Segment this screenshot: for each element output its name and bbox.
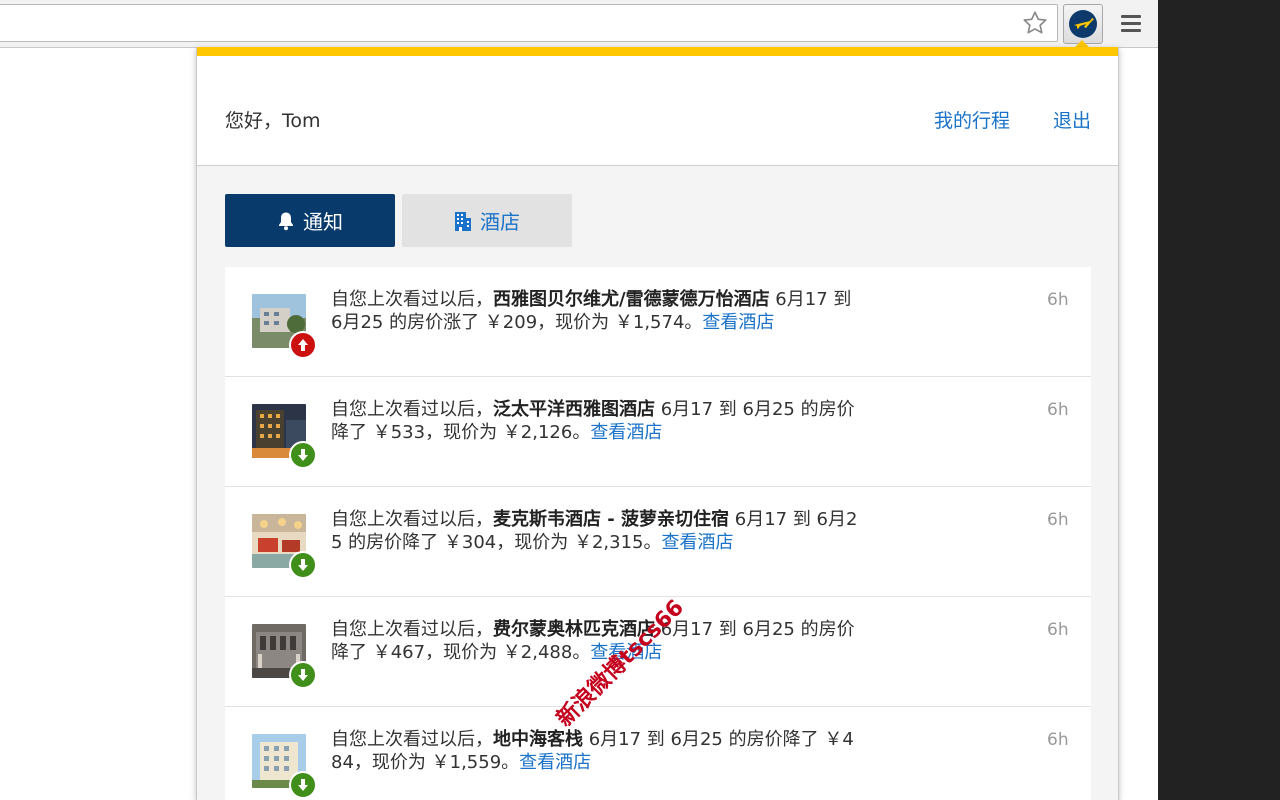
bell-icon bbox=[279, 212, 293, 230]
hotel-name: 泛太平洋西雅图酒店 bbox=[493, 399, 655, 420]
desktop-background bbox=[1158, 0, 1280, 800]
bookmark-star-icon[interactable] bbox=[1018, 7, 1052, 39]
notification-time: 6h bbox=[1047, 620, 1069, 640]
notification-text: 自您上次看过以后，地中海客栈 6月17 到 6月25 的房价降了 ￥484，现价… bbox=[331, 728, 861, 774]
notification-time: 6h bbox=[1047, 510, 1069, 530]
notification-time: 6h bbox=[1047, 290, 1069, 310]
address-bar[interactable] bbox=[0, 4, 1058, 42]
notification-prefix: 自您上次看过以后， bbox=[331, 619, 493, 640]
building-icon bbox=[455, 211, 471, 231]
my-trips-link[interactable]: 我的行程 bbox=[934, 106, 1010, 133]
notification-text: 自您上次看过以后，费尔蒙奥林匹克酒店 6月17 到 6月25 的房价降了 ￥46… bbox=[331, 618, 861, 664]
notification-time: 6h bbox=[1047, 730, 1069, 750]
view-hotel-link[interactable]: 查看酒店 bbox=[519, 752, 591, 773]
notification-prefix: 自您上次看过以后， bbox=[331, 399, 493, 420]
notification-text: 自您上次看过以后，西雅图贝尔维尤/雷德蒙德万怡酒店 6月17 到 6月25 的房… bbox=[331, 288, 861, 334]
list-item[interactable]: 自您上次看过以后，泛太平洋西雅图酒店 6月17 到 6月25 的房价降了 ￥53… bbox=[225, 377, 1091, 487]
extension-button[interactable] bbox=[1063, 4, 1103, 44]
list-item[interactable]: 自您上次看过以后，麦克斯韦酒店 - 菠萝亲切住宿 6月17 到 6月25 的房价… bbox=[225, 487, 1091, 597]
extension-popup: 您好，Tom 我的行程 退出 通知 酒店 自您上次看过以后，西雅图贝尔维尤/雷德… bbox=[196, 47, 1119, 800]
notification-prefix: 自您上次看过以后， bbox=[331, 289, 493, 310]
browser-menu-icon[interactable] bbox=[1118, 10, 1144, 36]
tab-notifications-label: 通知 bbox=[303, 210, 343, 234]
notification-prefix: 自您上次看过以后， bbox=[331, 509, 493, 530]
notification-time: 6h bbox=[1047, 400, 1069, 420]
tab-hotels-label: 酒店 bbox=[480, 210, 520, 234]
browser-toolbar bbox=[0, 0, 1158, 48]
notification-list: 自您上次看过以后，西雅图贝尔维尤/雷德蒙德万怡酒店 6月17 到 6月25 的房… bbox=[225, 267, 1091, 800]
tab-notifications[interactable]: 通知 bbox=[225, 194, 395, 247]
notification-prefix: 自您上次看过以后， bbox=[331, 729, 493, 750]
price-down-icon bbox=[289, 661, 317, 689]
view-hotel-link[interactable]: 查看酒店 bbox=[590, 422, 662, 443]
notification-text: 自您上次看过以后，泛太平洋西雅图酒店 6月17 到 6月25 的房价降了 ￥53… bbox=[331, 398, 861, 444]
expedia-plane-icon bbox=[1069, 10, 1097, 38]
page-content bbox=[0, 48, 196, 800]
price-up-icon bbox=[289, 331, 317, 359]
list-item[interactable]: 自您上次看过以后，地中海客栈 6月17 到 6月25 的房价降了 ￥484，现价… bbox=[225, 707, 1091, 800]
price-down-icon bbox=[289, 441, 317, 469]
tab-hotels[interactable]: 酒店 bbox=[402, 194, 572, 247]
logout-link[interactable]: 退出 bbox=[1053, 106, 1091, 133]
view-hotel-link[interactable]: 查看酒店 bbox=[702, 312, 774, 333]
view-hotel-link[interactable]: 查看酒店 bbox=[662, 532, 734, 553]
price-down-icon bbox=[289, 551, 317, 579]
list-item[interactable]: 自您上次看过以后，西雅图贝尔维尤/雷德蒙德万怡酒店 6月17 到 6月25 的房… bbox=[225, 267, 1091, 377]
notification-text: 自您上次看过以后，麦克斯韦酒店 - 菠萝亲切住宿 6月17 到 6月25 的房价… bbox=[331, 508, 861, 554]
accent-bar bbox=[197, 47, 1118, 56]
popup-header: 您好，Tom 我的行程 退出 bbox=[197, 56, 1118, 166]
price-down-icon bbox=[289, 771, 317, 799]
hotel-name: 麦克斯韦酒店 - 菠萝亲切住宿 bbox=[493, 509, 730, 530]
hotel-name: 西雅图贝尔维尤/雷德蒙德万怡酒店 bbox=[493, 289, 770, 310]
greeting-text: 您好，Tom bbox=[225, 110, 321, 132]
